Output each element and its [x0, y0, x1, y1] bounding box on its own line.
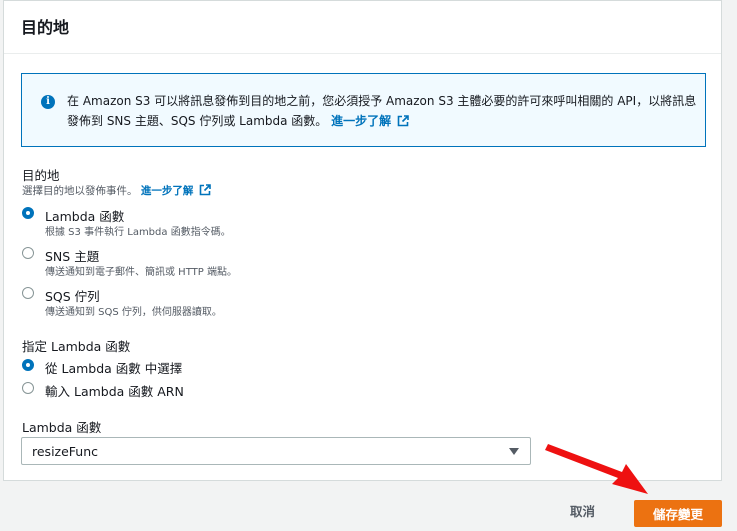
destination-desc-text: 選擇目的地以發佈事件。	[22, 185, 138, 197]
radio-button[interactable]	[22, 207, 34, 219]
radio-label: 從 Lambda 函數 中選擇	[45, 361, 183, 376]
select-value: resizeFunc	[32, 444, 99, 459]
cancel-button[interactable]: 取消	[570, 501, 595, 520]
panel-title: 目的地	[21, 18, 70, 37]
save-changes-button[interactable]: 儲存變更	[634, 500, 722, 527]
external-link-icon	[200, 184, 212, 196]
panel-header: 目的地	[4, 1, 721, 54]
lambda-function-select[interactable]: resizeFunc	[21, 437, 531, 465]
radio-label: 輸入 Lambda 函數 ARN	[45, 384, 184, 399]
lambda-spec-label: 指定 Lambda 函數	[22, 339, 131, 354]
radio-desc: 傳送通知到電子郵件、簡訊或 HTTP 端點。	[45, 267, 237, 278]
alert-learn-more-label: 進一步了解	[331, 114, 392, 128]
radio-button[interactable]	[22, 287, 34, 299]
destination-label: 目的地	[22, 168, 60, 183]
radio-button[interactable]	[22, 247, 34, 259]
radio-desc: 根據 S3 事件執行 Lambda 函數指令碼。	[45, 227, 231, 238]
lambda-function-label: Lambda 函數	[22, 420, 102, 435]
destination-desc: 選擇目的地以發佈事件。 進一步了解	[22, 183, 212, 198]
annotation-arrow	[545, 444, 648, 494]
destination-panel: 目的地 i 在 Amazon S3 可以將訊息發佈到目的地之前，您必須授予 Am…	[3, 0, 722, 481]
destination-learn-more-link[interactable]: 進一步了解	[140, 184, 212, 197]
info-alert: i 在 Amazon S3 可以將訊息發佈到目的地之前，您必須授予 Amazon…	[21, 73, 706, 147]
destination-learn-more-label: 進一步了解	[140, 185, 194, 197]
radio-button[interactable]	[22, 382, 34, 394]
alert-learn-more-link[interactable]: 進一步了解	[331, 114, 409, 128]
alert-text: 在 Amazon S3 可以將訊息發佈到目的地之前，您必須授予 Amazon S…	[67, 91, 697, 131]
external-link-icon	[397, 115, 409, 127]
radio-button[interactable]	[22, 359, 34, 371]
radio-desc: 傳送通知到 SQS 佇列，供伺服器讀取。	[45, 307, 222, 318]
caret-down-icon	[509, 448, 519, 455]
info-icon: i	[41, 95, 55, 109]
